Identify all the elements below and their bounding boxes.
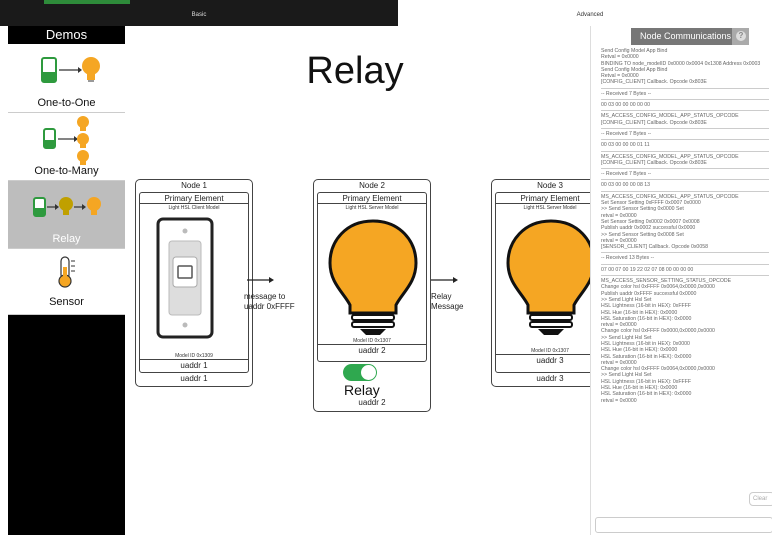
node-title: Node 1 bbox=[181, 181, 207, 190]
sidebar-item-label: One-to-One bbox=[37, 97, 96, 109]
log-line: -- Received 7 Bytes -- bbox=[601, 171, 652, 178]
log-bytes: 07 00 07 00 19 22 02 07 08 00 00 00 00 bbox=[601, 266, 694, 273]
log-line: [CONFIG_CLIENT] Callback. Opcode 0x803E bbox=[601, 119, 707, 126]
log-separator bbox=[601, 110, 769, 112]
top-tab-bar: Basic Advanced bbox=[0, 0, 772, 26]
log-line: retval = 0x0000 bbox=[601, 397, 637, 404]
log-line: -- Received 7 Bytes -- bbox=[601, 130, 652, 137]
log-separator bbox=[601, 190, 769, 192]
primary-element: Primary Element Light HSL Client Model M… bbox=[139, 192, 249, 373]
log-bytes: 00 03 00 00 00 00 00 bbox=[601, 102, 651, 109]
panel-title[interactable]: Node Communications bbox=[631, 28, 747, 45]
sidebar-item-label: One-to-Many bbox=[34, 165, 99, 177]
relay-toggle[interactable] bbox=[343, 364, 377, 381]
one-to-many-icon bbox=[43, 116, 89, 165]
node-title: Node 2 bbox=[359, 181, 385, 190]
page-title: Relay bbox=[306, 50, 404, 92]
model-title: Light HSL Client Model bbox=[168, 205, 220, 211]
model-title: Light HSL Server Model bbox=[523, 205, 577, 211]
primary-element: Primary Element Light HSL Server Model M… bbox=[495, 192, 605, 373]
element-title: Primary Element bbox=[318, 193, 426, 204]
element-uaddr: uaddr 3 bbox=[496, 354, 604, 365]
log-separator bbox=[601, 275, 769, 277]
tab-basic[interactable]: Basic bbox=[0, 0, 398, 26]
communication-log[interactable]: Send Config Model App Bind Retval = 0x000… bbox=[601, 48, 769, 504]
node-1-card: Node 1 Primary Element Light HSL Client … bbox=[135, 179, 253, 387]
node-uaddr: uaddr 1 bbox=[180, 374, 208, 383]
log-line: [CONFIG_CLIENT] Callback. Opcode 0x803E bbox=[601, 159, 707, 166]
node-communications-panel: Node Communications ? Send Config Model … bbox=[590, 26, 772, 535]
arrow-label-message: message to uaddr 0xFFFF bbox=[244, 292, 295, 311]
sidebar-item-one-to-one[interactable]: One-to-One bbox=[8, 44, 125, 113]
sidebar-item-label: Sensor bbox=[49, 296, 84, 308]
log-separator bbox=[601, 252, 769, 254]
thermometer-icon bbox=[58, 256, 75, 288]
sidebar-title: Demos bbox=[45, 27, 88, 42]
node-2-card: Node 2 Primary Element Light HSL Server … bbox=[313, 179, 431, 412]
one-to-one-icon bbox=[41, 57, 100, 83]
log-line: [SENSOR_CLIENT] Callback. Opcode 0x0058 bbox=[601, 244, 708, 251]
log-separator bbox=[601, 87, 769, 89]
help-icon: ? bbox=[736, 31, 746, 41]
log-separator bbox=[601, 139, 769, 141]
log-separator bbox=[601, 179, 769, 181]
log-separator bbox=[601, 168, 769, 170]
node-uaddr: uaddr 2 bbox=[358, 398, 386, 407]
light-bulb-icon bbox=[328, 219, 418, 335]
arrow-right-icon bbox=[247, 277, 274, 283]
log-line: BINDING TO node_modelID 0x0000 0x0004 0x… bbox=[601, 60, 761, 67]
help-button[interactable]: ? bbox=[732, 28, 749, 45]
arrow-label-relay: Relay Message bbox=[431, 292, 464, 311]
sidebar-item-sensor[interactable]: Sensor bbox=[8, 249, 125, 315]
log-line: [CONFIG_CLIENT] Callback. Opcode 0x803E bbox=[601, 79, 707, 86]
primary-element: Primary Element Light HSL Server Model M… bbox=[317, 192, 427, 362]
log-separator bbox=[601, 127, 769, 129]
sidebar-item-label: Relay bbox=[52, 233, 81, 245]
model-title: Light HSL Server Model bbox=[345, 205, 399, 211]
relay-toggle-label: Relay bbox=[344, 382, 380, 398]
clear-button[interactable]: Clear bbox=[749, 492, 772, 506]
log-separator bbox=[601, 263, 769, 265]
sidebar-item-relay[interactable]: Relay bbox=[8, 181, 125, 249]
log-bytes: 00 03 00 00 00 08 13 bbox=[601, 182, 651, 189]
light-switch-icon[interactable] bbox=[140, 213, 250, 343]
element-uaddr: uaddr 1 bbox=[140, 359, 248, 370]
log-line: -- Received 13 Bytes -- bbox=[601, 255, 655, 262]
sidebar-item-one-to-many[interactable]: One-to-Many bbox=[8, 113, 125, 181]
demos-sidebar: Demos One-to-One One-to-Many Relay Senso… bbox=[8, 26, 125, 535]
log-bytes: 00 03 00 00 00 01 11 bbox=[601, 142, 650, 149]
element-uaddr: uaddr 2 bbox=[318, 344, 426, 355]
log-separator bbox=[601, 99, 769, 101]
command-input[interactable] bbox=[595, 517, 772, 533]
element-title: Primary Element bbox=[496, 193, 604, 204]
arrow-right-icon bbox=[431, 277, 458, 283]
toggle-knob bbox=[361, 365, 376, 380]
log-line: -- Received 7 Bytes -- bbox=[601, 90, 652, 97]
tab-advanced[interactable]: Advanced bbox=[540, 0, 640, 26]
relay-icon bbox=[33, 197, 101, 217]
element-title: Primary Element bbox=[140, 193, 248, 204]
log-separator bbox=[601, 150, 769, 152]
